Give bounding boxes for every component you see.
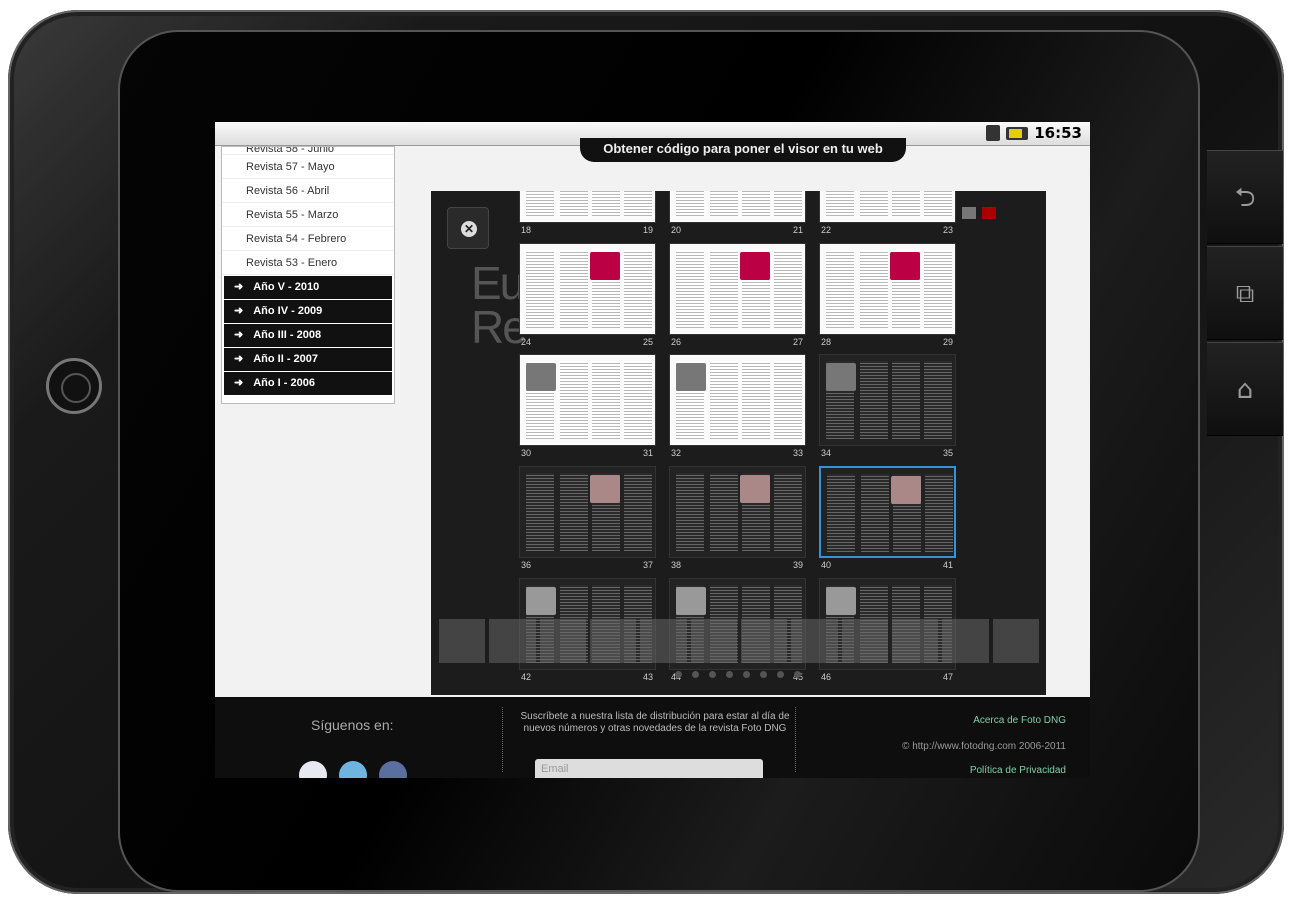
page-number: 39 xyxy=(793,560,804,570)
page-number: 31 xyxy=(643,448,654,458)
follow-label: Síguenos en: xyxy=(311,717,394,733)
page-number: 23 xyxy=(943,225,954,235)
cover-text: Eu Re xyxy=(471,257,528,353)
arrow-right-icon: ➜ xyxy=(234,353,244,365)
magazine-viewer[interactable]: Eu Re ✕ 18 19 20 21 22 23 24 25 26 27 28 29 30 31 32 33 3… xyxy=(431,191,1046,695)
sidebar-item-issue[interactable]: Revista 53 - Enero xyxy=(222,251,394,275)
page-spread-thumbnail[interactable] xyxy=(519,191,656,223)
page-number: 18 xyxy=(521,225,532,235)
page-spread-thumbnail[interactable] xyxy=(819,466,956,558)
year-label: Año V - 2010 xyxy=(253,281,320,293)
page-spread-thumbnail[interactable] xyxy=(669,243,806,335)
home-icon: ⌂ xyxy=(1236,375,1254,405)
arrow-right-icon: ➜ xyxy=(234,329,244,341)
privacy-link[interactable]: Política de Privacidad xyxy=(970,765,1066,776)
page-spread-thumbnail[interactable] xyxy=(519,243,656,335)
status-time: 16:53 xyxy=(1034,124,1082,142)
sidebar-item-partial[interactable]: Revista 58 - Junio xyxy=(222,147,394,155)
year-label: Año II - 2007 xyxy=(253,353,319,365)
page-number: 35 xyxy=(943,448,954,458)
issues-sidebar: Revista 58 - Junio Revista 57 - Mayo Rev… xyxy=(221,146,395,404)
page-spread-thumbnail[interactable] xyxy=(819,354,956,446)
menu-icon: ⧉ xyxy=(1235,279,1255,309)
footer-divider xyxy=(502,707,503,772)
page-number: 40 xyxy=(821,560,832,570)
battery-icon xyxy=(1006,126,1029,140)
twitter-icon[interactable] xyxy=(339,761,367,778)
page-spread-thumbnail[interactable] xyxy=(519,354,656,446)
sidebar-item-issue[interactable]: Revista 54 - Febrero xyxy=(222,227,394,251)
page-number: 26 xyxy=(671,337,682,347)
page-spread-thumbnail[interactable] xyxy=(519,466,656,558)
viewer-toolbar xyxy=(962,207,996,219)
grid-icon[interactable] xyxy=(962,207,976,219)
wifi-icon xyxy=(986,125,1001,141)
flickr-icon[interactable] xyxy=(299,761,327,778)
flag-icon[interactable] xyxy=(982,207,996,219)
page-spread-thumbnail[interactable] xyxy=(819,191,956,223)
footer-divider xyxy=(795,707,796,772)
page-number: 37 xyxy=(643,560,654,570)
year-label: Año III - 2008 xyxy=(253,329,322,341)
email-field[interactable]: Email xyxy=(535,759,763,778)
page-number: 22 xyxy=(821,225,832,235)
sidebar-year-item[interactable]: ➜ Año III - 2008 xyxy=(224,324,392,347)
home-hw-button[interactable]: ⌂ xyxy=(1207,342,1283,436)
sidebar-year-item[interactable]: ➜ Año I - 2006 xyxy=(224,372,392,395)
page-number: 34 xyxy=(821,448,832,458)
page-number: 42 xyxy=(521,672,532,682)
page-number: 29 xyxy=(943,337,954,347)
site-footer: Síguenos en: Suscríbete a nuestra lista … xyxy=(215,697,1090,778)
year-label: Año IV - 2009 xyxy=(253,305,323,317)
sidebar-item-issue[interactable]: Revista 55 - Marzo xyxy=(222,203,394,227)
arrow-right-icon: ➜ xyxy=(234,377,244,389)
close-viewer-button[interactable]: ✕ xyxy=(447,207,489,249)
subscribe-text: Suscríbete a nuestra lista de distribuci… xyxy=(520,711,790,734)
sidebar-year-item[interactable]: ➜ Año IV - 2009 xyxy=(224,300,392,323)
page-number: 32 xyxy=(671,448,682,458)
page-number: 33 xyxy=(793,448,804,458)
page-spread-thumbnail[interactable] xyxy=(669,354,806,446)
home-hardware-button[interactable] xyxy=(46,358,102,414)
sidebar-year-item[interactable]: ➜ Año V - 2010 xyxy=(224,276,392,299)
page-number: 43 xyxy=(643,672,654,682)
page-dots xyxy=(675,671,801,678)
facebook-icon[interactable] xyxy=(379,761,407,778)
back-icon: ⮌ xyxy=(1234,183,1256,213)
page-number: 38 xyxy=(671,560,682,570)
page-number: 25 xyxy=(643,337,654,347)
page-number: 41 xyxy=(943,560,954,570)
page-number: 28 xyxy=(821,337,832,347)
page-number: 47 xyxy=(943,672,954,682)
sidebar-year-item[interactable]: ➜ Año II - 2007 xyxy=(224,348,392,371)
page-number: 24 xyxy=(521,337,532,347)
page-spread-thumbnail[interactable] xyxy=(819,243,956,335)
sidebar-item-issue[interactable]: Revista 56 - Abril xyxy=(222,179,394,203)
arrow-right-icon: ➜ xyxy=(234,281,244,293)
menu-hw-button[interactable]: ⧉ xyxy=(1207,246,1283,340)
year-label: Año I - 2006 xyxy=(253,377,315,389)
page-number: 27 xyxy=(793,337,804,347)
copyright-text: © http://www.fotodng.com 2006-2011 xyxy=(902,741,1066,752)
sidebar-item-issue[interactable]: Revista 57 - Mayo xyxy=(222,155,394,179)
close-icon: ✕ xyxy=(461,221,477,237)
page-spread-thumbnail[interactable] xyxy=(669,191,806,223)
page-number: 30 xyxy=(521,448,532,458)
page-spread-thumbnail[interactable] xyxy=(669,466,806,558)
page-number: 20 xyxy=(671,225,682,235)
page-number: 19 xyxy=(643,225,654,235)
page-number: 21 xyxy=(793,225,804,235)
screen: 16:53 Obtener código para poner el visor… xyxy=(215,122,1090,778)
page-number: 36 xyxy=(521,560,532,570)
arrow-right-icon: ➜ xyxy=(234,305,244,317)
thumbnail-strip xyxy=(439,619,1039,663)
page-number: 46 xyxy=(821,672,832,682)
back-hw-button[interactable]: ⮌ xyxy=(1207,150,1283,244)
embed-code-button[interactable]: Obtener código para poner el visor en tu… xyxy=(580,138,906,162)
about-link[interactable]: Acerca de Foto DNG xyxy=(973,715,1066,726)
